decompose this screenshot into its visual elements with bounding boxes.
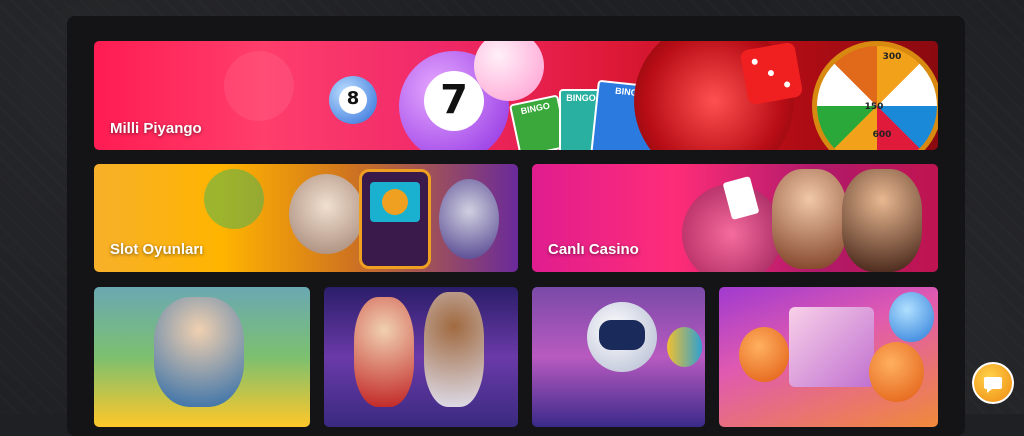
decor-leaves	[204, 169, 264, 229]
dealer-2	[842, 169, 922, 272]
balloon-2	[889, 292, 934, 342]
tile-crash-games[interactable]	[532, 287, 705, 427]
chat-icon	[984, 377, 1002, 393]
dealer-1	[772, 169, 847, 269]
balloon-1	[739, 327, 789, 382]
decor-logo	[224, 51, 294, 121]
tile-virtual-sports[interactable]	[324, 287, 518, 427]
tile-sports[interactable]	[94, 287, 310, 427]
football-player	[154, 297, 244, 407]
slot-machine	[359, 169, 431, 269]
tile-label: Slot Oyunları	[110, 241, 204, 258]
balloon-3	[869, 342, 924, 402]
zeus-character	[289, 174, 364, 254]
player-red	[354, 297, 414, 407]
chat-button[interactable]	[972, 362, 1014, 404]
ball-8: 8	[329, 76, 377, 124]
tile-milli-piyango[interactable]: 8 7 BINGO BINGO BINGO 300 150 600 Milli …	[94, 41, 938, 150]
prize-wheel: 300 150 600	[812, 41, 938, 150]
dice	[739, 41, 804, 106]
astronaut	[587, 302, 657, 372]
player-basketball	[424, 292, 484, 407]
tile-label: Canlı Casino	[548, 241, 639, 258]
tile-slot-oyunlari[interactable]: Slot Oyunları	[94, 164, 518, 272]
tile-bonus[interactable]	[719, 287, 938, 427]
tile-label: Milli Piyango	[110, 120, 202, 137]
gift-box	[789, 307, 874, 387]
tile-canli-casino[interactable]: Canlı Casino	[532, 164, 938, 272]
wizard-character	[439, 179, 499, 259]
balloon	[667, 327, 702, 367]
